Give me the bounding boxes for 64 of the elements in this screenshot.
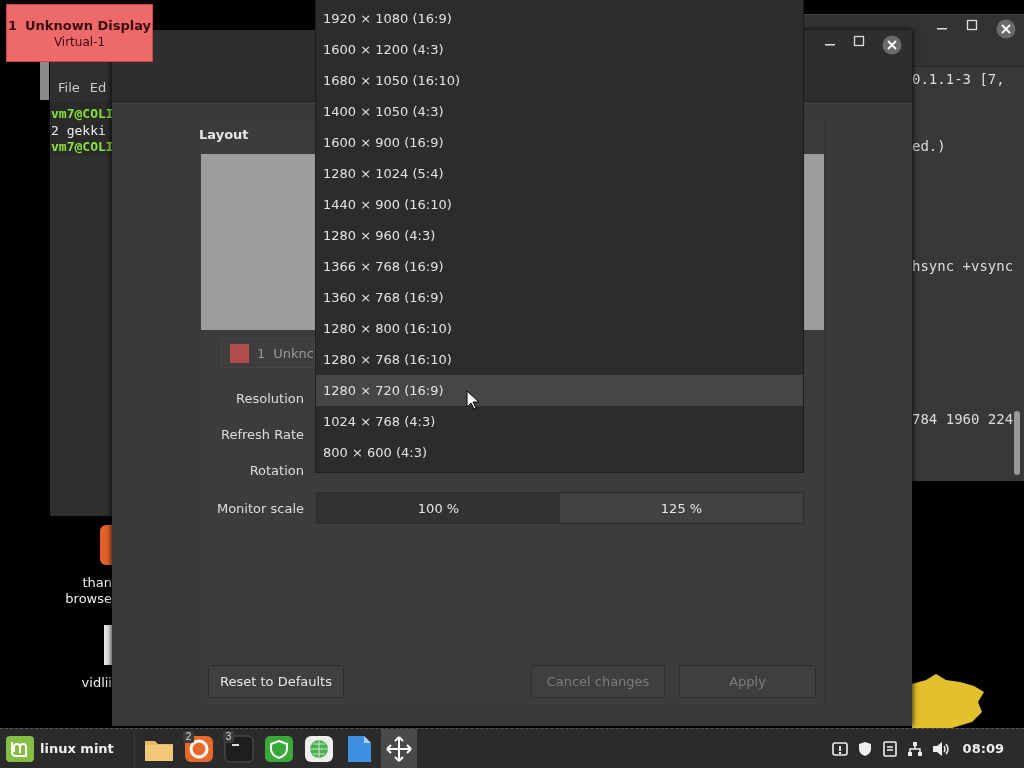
terminal-line: 784 1960 224 bbox=[912, 411, 1015, 428]
menu-item[interactable]: 1400 × 1050 (4:3) bbox=[316, 96, 803, 127]
menu-item[interactable]: 1920 × 1080 (16:9) bbox=[316, 3, 803, 34]
menu-item[interactable]: 1280 × 800 (16:10) bbox=[316, 313, 803, 344]
scale-toggle[interactable]: 100 % 125 % bbox=[316, 492, 804, 524]
app-icon[interactable] bbox=[100, 525, 112, 565]
monitor-name: Unknc bbox=[273, 345, 314, 361]
menu-item[interactable]: File bbox=[58, 80, 80, 102]
terminal-line: vm7@COLI bbox=[51, 106, 115, 123]
clipboard-icon[interactable] bbox=[881, 740, 898, 757]
menu-item[interactable]: 1024 × 768 (4:3) bbox=[316, 406, 803, 437]
volume-icon[interactable] bbox=[931, 740, 950, 757]
display-output: Virtual-1 bbox=[53, 34, 106, 49]
clock[interactable]: 08:09 bbox=[962, 741, 1004, 756]
menu-button[interactable]: linux mint bbox=[0, 729, 122, 768]
reset-button[interactable]: Reset to Defaults bbox=[208, 665, 344, 698]
field-label: Resolution bbox=[235, 390, 304, 406]
scrollbar[interactable] bbox=[1014, 411, 1020, 475]
icon-label: than bbox=[82, 575, 112, 591]
menu-item[interactable]: 1280 × 960 (4:3) bbox=[316, 220, 803, 251]
section-heading: Layout bbox=[199, 126, 249, 144]
network-icon[interactable] bbox=[906, 740, 923, 757]
field-label: Refresh Rate bbox=[219, 426, 304, 442]
notice-icon[interactable] bbox=[831, 740, 848, 757]
cursor-icon bbox=[466, 390, 479, 410]
field-label: Monitor scale bbox=[215, 500, 304, 516]
menu-item[interactable]: 1280 × 768 (16:10) bbox=[316, 344, 803, 375]
monitor-number: 1 bbox=[257, 345, 266, 361]
terminal-line: vm7@COLI bbox=[51, 139, 115, 156]
menu-item[interactable]: Ed bbox=[89, 80, 107, 102]
taskbar-button[interactable]: 2 bbox=[180, 729, 217, 768]
menu-item[interactable]: 800 × 600 (4:3) bbox=[316, 437, 803, 468]
terminal-line: 0.1.1-3 [7, bbox=[912, 71, 1006, 88]
terminal-icon bbox=[222, 732, 255, 765]
menu-item[interactable]: 1280 × 720 (16:9) bbox=[316, 375, 803, 406]
terminal-line: hsync +vsync bbox=[912, 258, 1015, 275]
window-count: 3 bbox=[222, 731, 235, 743]
shield-icon[interactable] bbox=[856, 740, 873, 757]
scale-option[interactable]: 100 % bbox=[317, 493, 560, 523]
window-count: 2 bbox=[182, 731, 195, 743]
maximize-button[interactable] bbox=[853, 35, 865, 47]
scale-option[interactable]: 125 % bbox=[560, 493, 803, 523]
close-button[interactable] bbox=[882, 35, 902, 55]
menu-item[interactable]: 1600 × 1200 (4:3) bbox=[316, 34, 803, 65]
menu-item[interactable]: 1680 × 1050 (16:10) bbox=[316, 65, 803, 96]
menu-item[interactable]: 1280 × 1024 (5:4) bbox=[316, 158, 803, 189]
display-name: Unknown Display bbox=[25, 17, 152, 33]
terminal-line: 2 gekki bbox=[51, 122, 107, 139]
display-number: 1 bbox=[7, 17, 17, 33]
menu-item[interactable]: 1600 × 900 (16:9) bbox=[316, 127, 803, 158]
monitor-chip[interactable]: 1 Unknc bbox=[221, 338, 315, 368]
maximize-button[interactable] bbox=[966, 19, 978, 31]
menu-item[interactable]: 1360 × 768 (16:9) bbox=[316, 282, 803, 313]
taskbar-button[interactable]: 3 bbox=[220, 729, 257, 768]
taskbar-button[interactable] bbox=[380, 729, 417, 768]
terminal-line: ed.) bbox=[912, 138, 947, 155]
icon-label: browse bbox=[65, 591, 112, 607]
close-button[interactable] bbox=[996, 19, 1016, 39]
icon-label: vidlii bbox=[81, 675, 112, 691]
field-label: Rotation bbox=[248, 462, 304, 478]
menu-item[interactable]: 1440 × 900 (16:10) bbox=[316, 189, 803, 220]
scrollbar[interactable] bbox=[40, 62, 49, 100]
menu-item[interactable]: 1366 × 768 (16:9) bbox=[316, 251, 803, 282]
mint-logo-icon bbox=[6, 735, 34, 762]
